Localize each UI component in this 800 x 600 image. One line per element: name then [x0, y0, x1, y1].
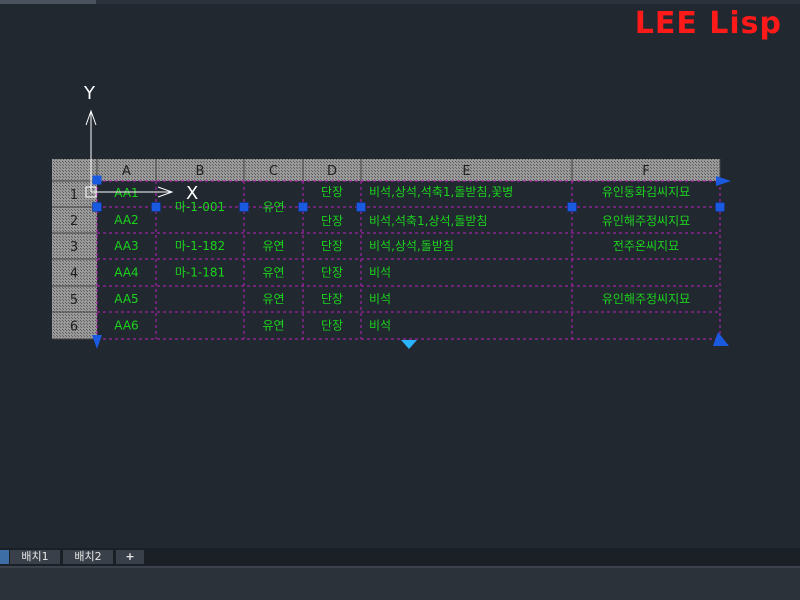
- cell-r3-f: 전주온씨지묘: [613, 239, 679, 253]
- cell-r6-e: 비석: [369, 319, 391, 333]
- column-header-band: [52, 159, 720, 181]
- cell-r3-e: 비석,상석,돌받침: [369, 239, 454, 253]
- grip-square-3[interactable]: [239, 202, 249, 212]
- row-header-1: 1: [70, 188, 78, 203]
- grip-square-6[interactable]: [567, 202, 577, 212]
- column-header-a: A: [122, 164, 131, 179]
- cell-r6-d: 단장: [321, 319, 343, 333]
- grip-arrow-down-center[interactable]: [401, 340, 417, 349]
- cell-r4-b: 마-1-181: [175, 266, 225, 280]
- cell-r2-a: AA2: [114, 213, 138, 227]
- row-header-4: 4: [70, 267, 78, 282]
- cell-r3-b: 마-1-182: [175, 239, 225, 253]
- cell-r6-a: AA6: [114, 319, 138, 333]
- cell-r5-f: 유인해주정씨지묘: [602, 292, 690, 306]
- column-header-b: B: [196, 164, 205, 179]
- cell-r5-a: AA5: [114, 292, 138, 306]
- grip-square-2[interactable]: [151, 202, 161, 212]
- cell-r6-c: 유연: [262, 319, 284, 333]
- row-header-5: 5: [70, 293, 78, 308]
- grip-square-top[interactable]: [92, 175, 102, 185]
- layout-tab-2[interactable]: 배치2: [63, 550, 113, 564]
- cell-r4-e: 비석: [369, 266, 391, 280]
- cell-r3-a: AA3: [114, 239, 138, 253]
- status-divider: [0, 566, 800, 568]
- cell-r4-d: 단장: [321, 266, 343, 280]
- cell-r1-b: 마-1-001: [175, 200, 225, 214]
- grip-square-5[interactable]: [356, 202, 366, 212]
- ucs-x-label: X: [186, 183, 198, 204]
- cell-r2-f: 유인해주정씨지묘: [602, 214, 690, 228]
- cell-r2-e: 비석,석축1,상석,돌받침: [369, 214, 487, 228]
- drawing-canvas[interactable]: ABCDEF 123456 AA1마-1-001 유연단장 비석,상석,석축1,돌받…: [0, 0, 800, 548]
- column-header-f: F: [642, 164, 649, 179]
- grip-square-7[interactable]: [715, 202, 725, 212]
- grip-square-4[interactable]: [298, 202, 308, 212]
- status-bar: [0, 566, 800, 600]
- layout-tab-1[interactable]: 배치1: [10, 550, 60, 564]
- layout-tab-bar: 배치1 배치2 +: [0, 548, 800, 566]
- cell-r2-d: 단장: [321, 214, 343, 228]
- row-header-6: 6: [70, 320, 78, 335]
- add-layout-button[interactable]: +: [116, 550, 144, 564]
- cell-r3-d: 단장: [321, 239, 343, 253]
- cell-r1-e: 비석,상석,석축1,돌받침,꽃병: [369, 185, 513, 199]
- grip-arrow-down-left[interactable]: [92, 335, 102, 349]
- cell-r5-e: 비석: [369, 292, 391, 306]
- cell-r3-c: 유연: [262, 239, 284, 253]
- ucs-icon: Y X: [83, 83, 198, 204]
- cell-r1-a: AA1: [114, 186, 138, 200]
- cell-r5-d: 단장: [321, 292, 343, 306]
- cell-r1-f: 유인동화김씨지묘: [602, 185, 690, 199]
- row-header-3: 3: [70, 240, 78, 255]
- cell-r4-a: AA4: [114, 266, 138, 280]
- cell-r4-c: 유연: [262, 266, 284, 280]
- cell-r1-c: 유연: [262, 200, 284, 214]
- row-header-band: [52, 181, 97, 339]
- cell-r5-c: 유연: [262, 292, 284, 306]
- grip-square-1[interactable]: [92, 202, 102, 212]
- cell-r1-d: 단장: [321, 185, 343, 199]
- ucs-y-label: Y: [83, 83, 96, 104]
- row-header-2: 2: [70, 214, 78, 229]
- grip-arrow-right[interactable]: [716, 176, 731, 186]
- column-header-e: E: [462, 164, 470, 179]
- column-header-d: D: [327, 164, 337, 179]
- model-tab[interactable]: [0, 550, 9, 564]
- column-header-c: C: [269, 164, 278, 179]
